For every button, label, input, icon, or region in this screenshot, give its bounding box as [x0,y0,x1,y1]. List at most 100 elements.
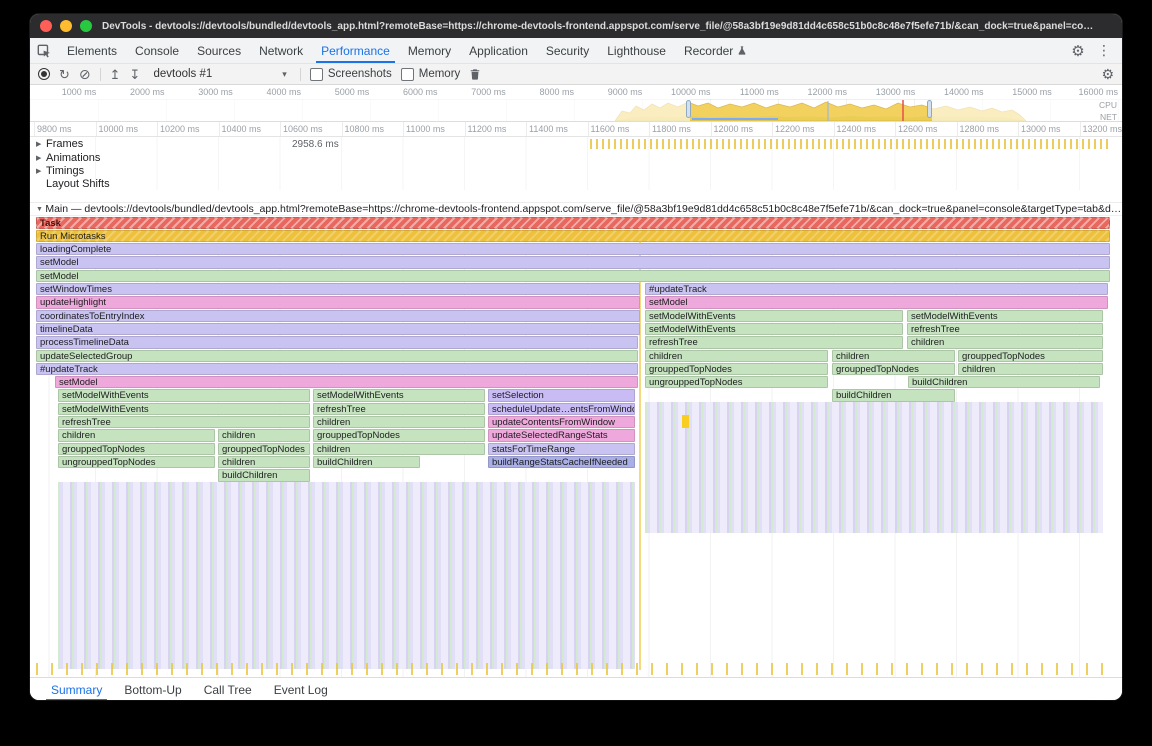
flame-bar-loadingcomplete[interactable]: loadingComplete [36,243,1110,255]
flame-bar-setmodelwithevents[interactable]: setModelWithEvents [313,389,485,401]
flame-bar-setmodelwithevents[interactable]: setModelWithEvents [645,310,903,322]
flame-bar-buildchildren[interactable]: buildChildren [313,456,420,468]
flame-bar-coordinatestoentryindex[interactable]: coordinatesToEntryIndex [36,310,640,322]
tab-performance[interactable]: Performance [312,38,399,63]
flame-bar-refreshtree[interactable]: refreshTree [645,336,903,348]
memory-checkbox[interactable]: Memory [401,68,461,81]
flame-bar-task[interactable]: Task [36,217,1110,229]
detail-tab-event-log[interactable]: Event Log [263,678,339,700]
ruler-tick-label: 12600 ms [898,124,938,134]
flame-bar-buildrangestatscacheifneeded[interactable]: buildRangeStatsCacheIfNeeded [488,456,635,468]
flame-bar-setmodel[interactable]: setModel [36,270,1110,282]
tab-memory[interactable]: Memory [399,38,460,63]
tab-label: Console [135,44,179,58]
flame-bar-children[interactable]: children [58,429,215,441]
window-left-handle[interactable] [686,100,691,118]
flame-bar-setwindowtimes[interactable]: setWindowTimes [36,283,640,295]
flame-bar-setmodel[interactable]: setModel [645,296,1108,308]
tab-sources[interactable]: Sources [188,38,250,63]
flame-bar-run-microtasks[interactable]: Run Microtasks [36,230,1110,242]
capture-settings-gear-icon[interactable]: ⚙ [1101,67,1114,81]
flame-bar-children[interactable]: children [313,416,485,428]
track-row-layout-shifts[interactable]: Layout Shifts [30,177,1122,190]
flame-bar-setmodel[interactable]: setModel [55,376,638,388]
flame-bar-grouppedtopnodes[interactable]: grouppedTopNodes [958,350,1103,362]
flame-bar-updatecontentsfromwindow[interactable]: updateContentsFromWindow [488,416,635,428]
flame-bar-grouppedtopnodes[interactable]: grouppedTopNodes [218,443,310,455]
flame-bar-updateselectedrangestats[interactable]: updateSelectedRangeStats [488,429,635,441]
ruler-tick [403,122,404,136]
flame-bar-setselection[interactable]: setSelection [488,389,635,401]
flame-bar-grouppedtopnodes[interactable]: grouppedTopNodes [313,429,485,441]
main-thread-header[interactable]: ▼ Main — devtools://devtools/bundled/dev… [30,202,1122,216]
tab-elements[interactable]: Elements [58,38,126,63]
flame-bar-children[interactable]: children [218,456,310,468]
load-profile-icon[interactable]: ↥ [110,68,121,81]
flame-bar-buildchildren[interactable]: buildChildren [908,376,1100,388]
detail-tab-call-tree[interactable]: Call Tree [193,678,263,700]
flame-bar-refreshtree[interactable]: refreshTree [907,323,1103,335]
flame-bar-grouppedtopnodes[interactable]: grouppedTopNodes [832,363,955,375]
flame-bar-children[interactable]: children [218,429,310,441]
trash-icon[interactable] [469,68,481,81]
chevron-collapsed-icon: ▶ [36,154,46,162]
flame-bar-scheduleupdate-entsfromwindow[interactable]: scheduleUpdate…entsFromWindow [488,403,635,415]
close-button[interactable] [40,20,52,32]
flame-bar-children[interactable]: children [958,363,1103,375]
profile-select[interactable]: devtools #1 ▾ [149,68,290,80]
flame-bar-updateselectedgroup[interactable]: updateSelectedGroup [36,350,638,362]
inspect-element-button[interactable] [30,38,58,63]
flame-bar-children[interactable]: children [645,350,828,362]
overview-dim-right [932,99,1122,121]
flame-bar-timelinedata[interactable]: timelineData [36,323,640,335]
flame-bar-ungrouppedtopnodes[interactable]: ungrouppedTopNodes [58,456,215,468]
overview-tick-label: 9000 ms [582,87,642,97]
minimize-button[interactable] [60,20,72,32]
track-row-animations[interactable]: ▶Animations [30,151,1122,164]
flame-bar-setmodel[interactable]: setModel [36,256,1110,268]
tab-application[interactable]: Application [460,38,537,63]
flame-bar-buildchildren[interactable]: buildChildren [832,389,955,401]
track-row-timings[interactable]: ▶Timings [30,164,1122,177]
record-button[interactable] [38,68,50,80]
zoom-button[interactable] [80,20,92,32]
settings-gear-icon[interactable]: ⚙ [1066,39,1090,63]
flame-bar-statsfortimerange[interactable]: statsForTimeRange [488,443,635,455]
detail-tab-summary[interactable]: Summary [40,678,113,700]
chevron-collapsed-icon: ▶ [36,140,46,148]
flame-bar-refreshtree[interactable]: refreshTree [313,403,485,415]
toolbar-divider [300,68,301,81]
flame-bar-children[interactable]: children [907,336,1103,348]
flame-bar-setmodelwithevents[interactable]: setModelWithEvents [907,310,1103,322]
flame-bar-setmodelwithevents[interactable]: setModelWithEvents [58,403,310,415]
overview-tick-label: 11000 ms [719,87,779,97]
flame-bar-refreshtree[interactable]: refreshTree [58,416,310,428]
save-profile-icon[interactable]: ↧ [130,68,141,81]
tab-lighthouse[interactable]: Lighthouse [598,38,675,63]
flame-bar-setmodelwithevents[interactable]: setModelWithEvents [58,389,310,401]
tab-network[interactable]: Network [250,38,312,63]
flame-bar-ungrouppedtopnodes[interactable]: ungrouppedTopNodes [645,376,828,388]
flame-bar-grouppedtopnodes[interactable]: grouppedTopNodes [58,443,215,455]
flame-chart[interactable]: TaskRun MicrotasksloadingCompletesetMode… [30,216,1122,677]
flame-bar-updatetrack[interactable]: #updateTrack [36,363,638,375]
flame-bar-processtimelinedata[interactable]: processTimelineData [36,336,638,348]
flame-bar-buildchildren[interactable]: buildChildren [218,469,310,481]
flame-bar-grouppedtopnodes[interactable]: grouppedTopNodes [645,363,828,375]
flame-bar-children[interactable]: children [313,443,485,455]
tab-recorder[interactable]: Recorder [675,38,756,63]
track-row-frames[interactable]: ▶Frames2958.6 ms [30,137,1122,151]
window-right-handle[interactable] [927,100,932,118]
flame-bar-children[interactable]: children [832,350,955,362]
flame-bar-updatehighlight[interactable]: updateHighlight [36,296,640,308]
clear-recording-icon[interactable]: ⊘ [79,67,91,81]
timeline-overview[interactable]: 1000 ms2000 ms3000 ms4000 ms5000 ms6000 … [30,85,1122,122]
tab-security[interactable]: Security [537,38,598,63]
flame-bar-setmodelwithevents[interactable]: setModelWithEvents [645,323,903,335]
detail-tab-bottom-up[interactable]: Bottom-Up [113,678,192,700]
more-options-icon[interactable]: ⋮ [1092,39,1116,63]
screenshots-checkbox[interactable]: Screenshots [310,68,392,81]
tab-console[interactable]: Console [126,38,188,63]
flame-bar-updatetrack[interactable]: #updateTrack [645,283,1108,295]
reload-and-record-icon[interactable]: ↻ [59,68,70,81]
